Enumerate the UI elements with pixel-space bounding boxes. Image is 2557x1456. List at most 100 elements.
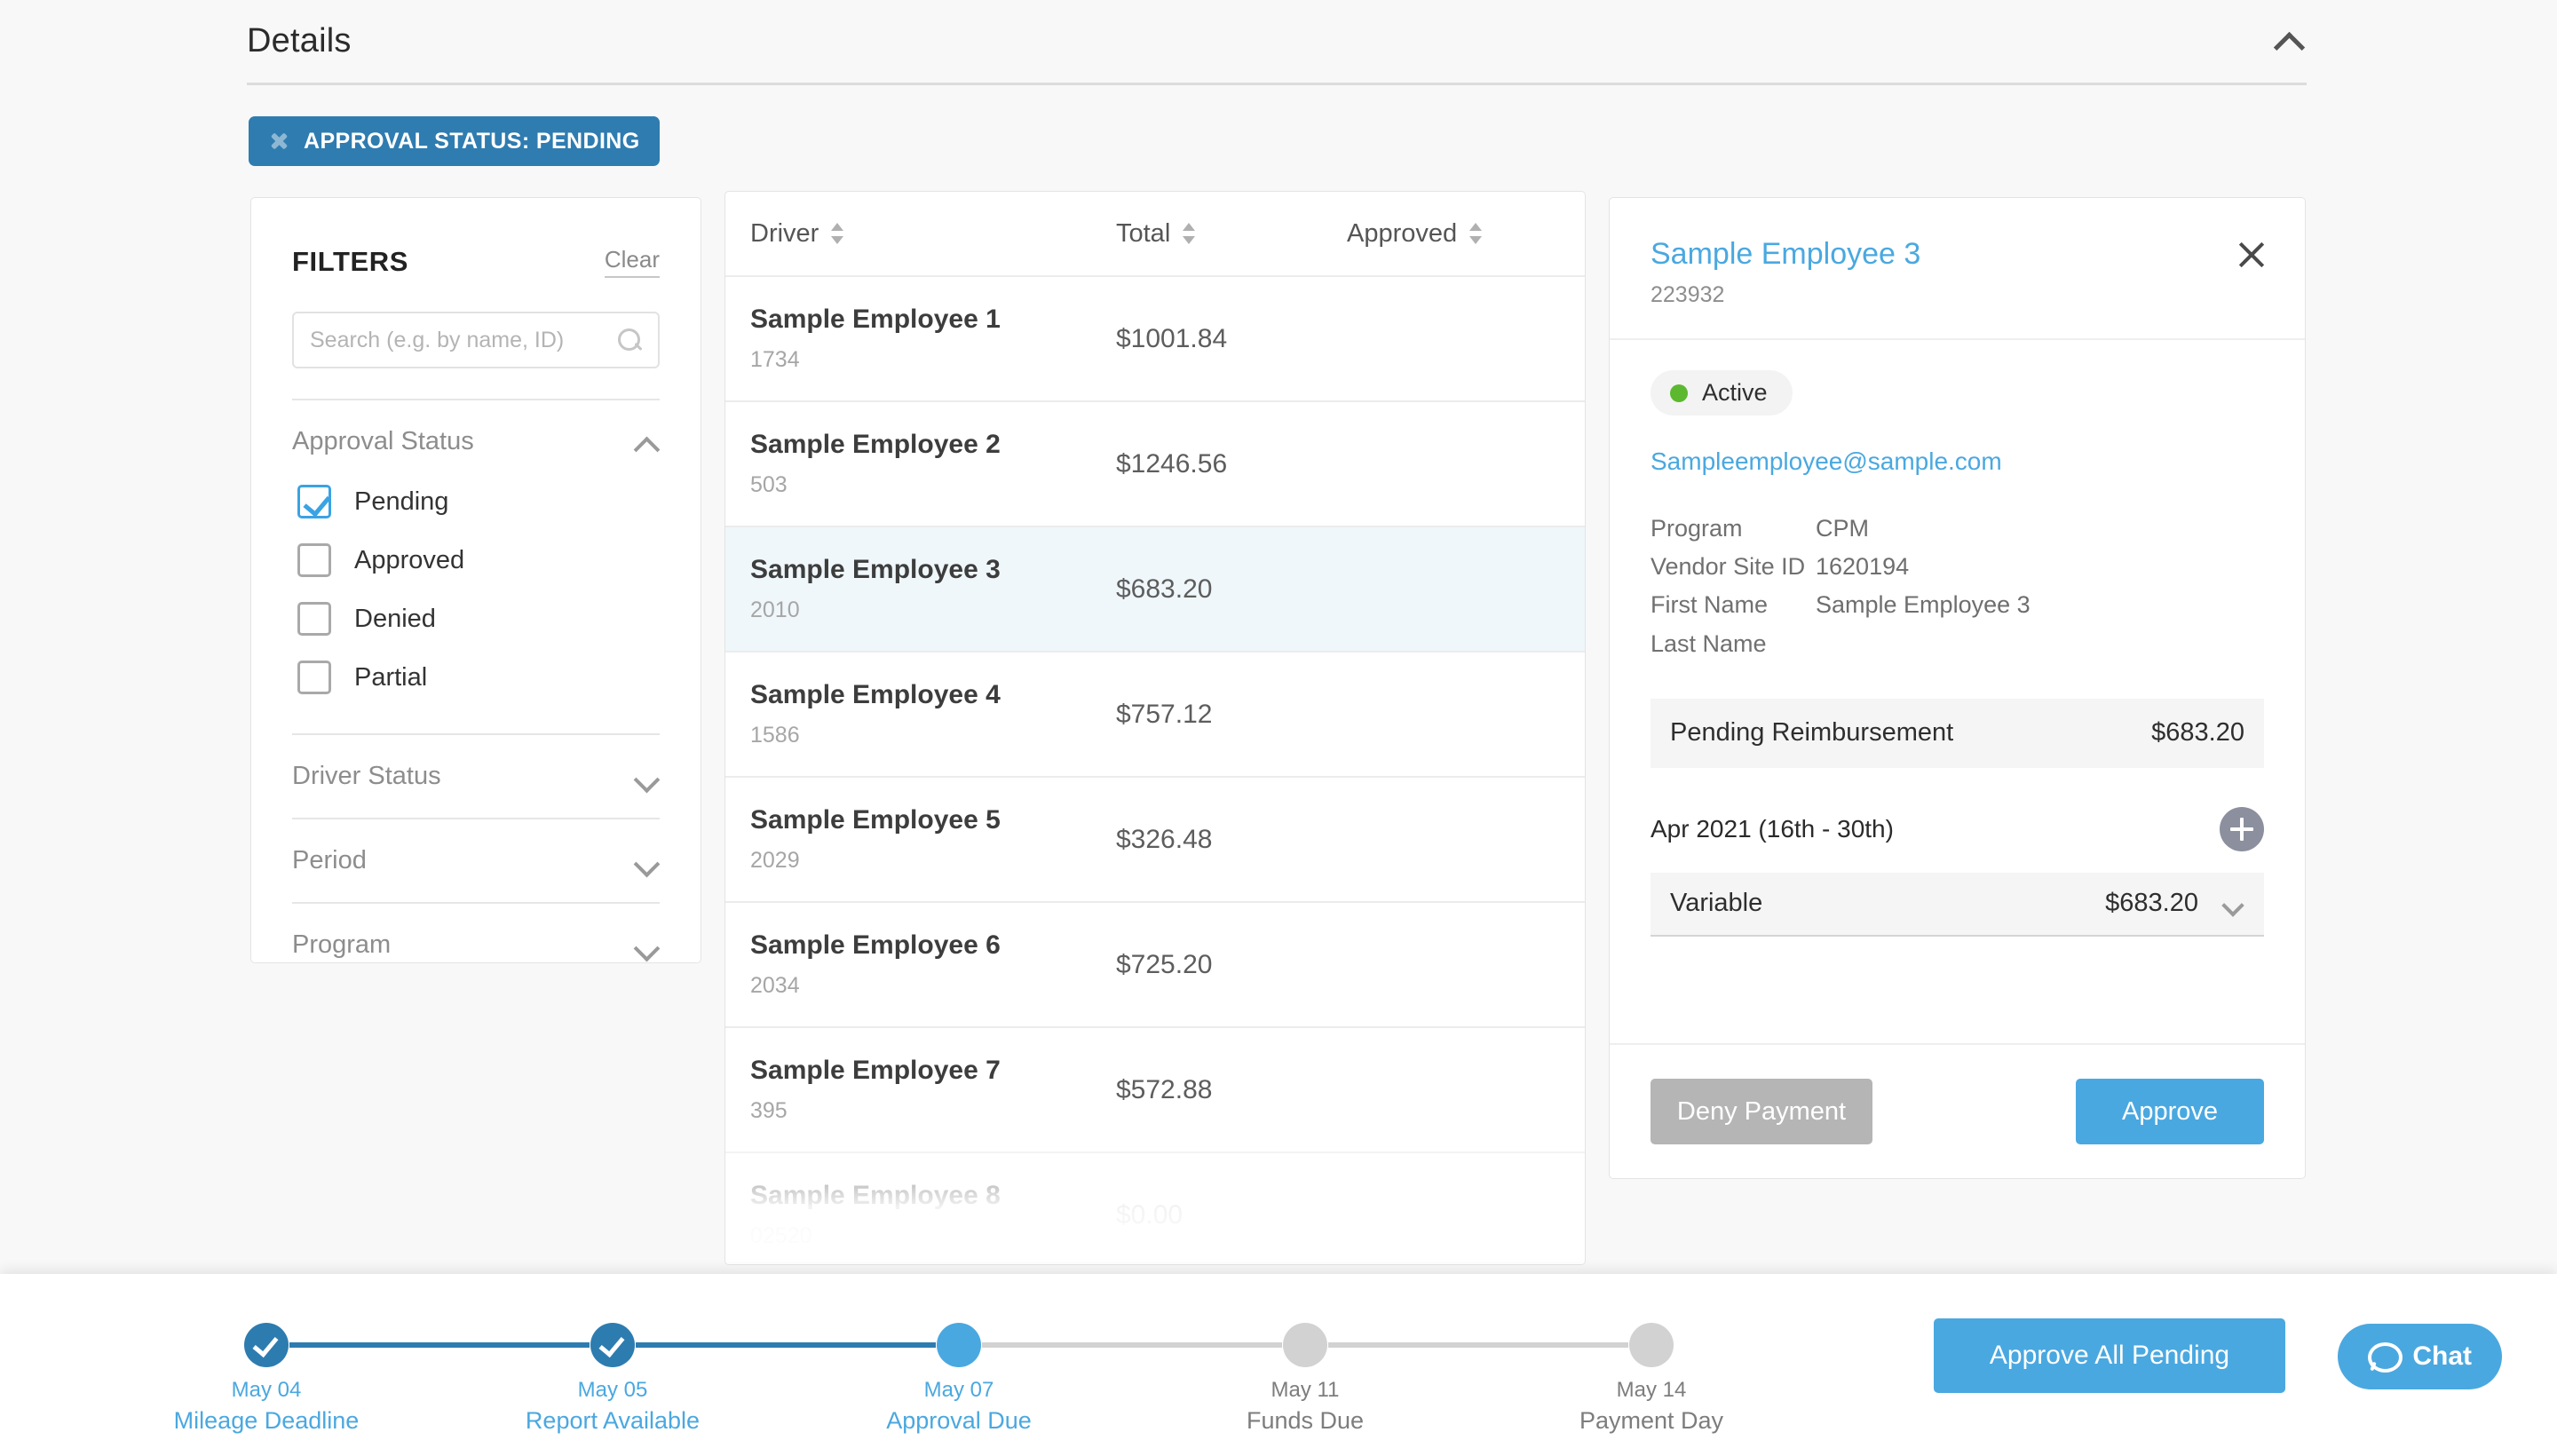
chevron-up-icon[interactable] bbox=[2271, 24, 2307, 59]
table-cell-total: $0.00 bbox=[1116, 1199, 1184, 1230]
chevron-down-icon[interactable] bbox=[633, 848, 660, 874]
chat-bubble-icon bbox=[2368, 1342, 2403, 1373]
detail-field-value: CPM bbox=[1816, 515, 1869, 542]
table-row[interactable]: Sample Employee 1 1734 $1001.84 bbox=[725, 277, 1585, 402]
timeline-node[interactable] bbox=[937, 1322, 981, 1367]
filter-section-driver-status[interactable]: Driver Status bbox=[251, 735, 701, 791]
plus-icon[interactable] bbox=[2220, 806, 2264, 851]
checkbox-partial[interactable] bbox=[297, 661, 331, 694]
filters-panel: FILTERS Clear Approval Status Pending Ap… bbox=[250, 197, 701, 963]
chevron-up-icon[interactable] bbox=[633, 429, 660, 455]
timeline-label: May 07 Approval Due bbox=[886, 1376, 1032, 1437]
sort-icon[interactable] bbox=[1181, 220, 1197, 247]
column-label: Approved bbox=[1347, 218, 1458, 248]
timeline-date: May 07 bbox=[923, 1377, 994, 1402]
table-cell-driver: Sample Employee 2 503 bbox=[725, 430, 1116, 498]
driver-name: Sample Employee 1 bbox=[750, 305, 1001, 334]
drivers-table-panel: Driver Total Approved Sample Employee 1 1… bbox=[724, 191, 1586, 1265]
filter-option-denied[interactable]: Denied bbox=[297, 590, 660, 648]
detail-field-row: First Name Last Name Sample Employee 3 bbox=[1651, 586, 2264, 662]
filter-option-pending[interactable]: Pending bbox=[297, 472, 660, 531]
status-dot-icon bbox=[1670, 384, 1688, 402]
timeline-node[interactable] bbox=[1283, 1322, 1327, 1367]
table-cell-driver: Sample Employee 1 1734 bbox=[725, 305, 1116, 373]
timeline-node[interactable] bbox=[244, 1322, 289, 1367]
table-cell-driver: Sample Employee 7 395 bbox=[725, 1056, 1116, 1124]
pending-reimbursement-amount: $683.20 bbox=[2151, 718, 2244, 748]
timeline-label: May 11 Funds Due bbox=[1247, 1376, 1364, 1437]
checkbox-approved[interactable] bbox=[297, 543, 331, 577]
filter-section-approval-status[interactable]: Approval Status bbox=[251, 400, 701, 456]
approve-button[interactable]: Approve bbox=[2076, 1079, 2264, 1144]
table-body: Sample Employee 1 1734 $1001.84 Sample Empl… bbox=[725, 277, 1585, 1264]
driver-name: Sample Employee 4 bbox=[750, 680, 1001, 709]
column-header-total[interactable]: Total bbox=[1116, 219, 1347, 249]
column-header-driver[interactable]: Driver bbox=[725, 219, 1116, 249]
checkbox-pending[interactable] bbox=[297, 485, 331, 518]
detail-fields: Program CPM Vendor Site ID 1620194 First… bbox=[1651, 510, 2264, 663]
timeline-milestone: Payment Day bbox=[1579, 1406, 1724, 1434]
filter-option-partial[interactable]: Partial bbox=[297, 648, 660, 707]
detail-driver-name[interactable]: Sample Employee 3 bbox=[1651, 237, 2264, 272]
driver-id: 02520 bbox=[750, 1223, 812, 1248]
chevron-down-icon[interactable] bbox=[633, 764, 660, 790]
active-filter-pill[interactable]: APPROVAL STATUS: PENDING bbox=[249, 116, 660, 166]
details-page: Details APPROVAL STATUS: PENDING FILTERS… bbox=[0, 0, 2557, 1456]
status-badge-label: Active bbox=[1702, 379, 1768, 406]
chevron-down-icon[interactable] bbox=[633, 932, 660, 959]
line-item-variable[interactable]: Variable $683.20 bbox=[1651, 872, 2264, 937]
filter-option-label: Pending bbox=[354, 487, 449, 516]
table-row[interactable]: Sample Employee 2 503 $1246.56 bbox=[725, 402, 1585, 527]
table-row[interactable]: Sample Employee 3 2010 $683.20 bbox=[725, 527, 1585, 653]
table-row[interactable]: Sample Employee 4 1586 $757.12 bbox=[725, 653, 1585, 778]
timeline-date: May 05 bbox=[577, 1377, 648, 1402]
search-field[interactable] bbox=[292, 312, 660, 368]
sort-icon[interactable] bbox=[829, 220, 845, 247]
timeline-connector bbox=[636, 1341, 936, 1348]
filter-section-period[interactable]: Period bbox=[251, 819, 701, 875]
table-row[interactable]: Sample Employee 6 2034 $725.20 bbox=[725, 903, 1585, 1028]
table-row[interactable]: Sample Employee 5 2029 $326.48 bbox=[725, 778, 1585, 903]
table-cell-driver: Sample Employee 3 2010 bbox=[725, 555, 1116, 623]
filter-option-label: Approved bbox=[354, 545, 465, 574]
chat-button[interactable]: Chat bbox=[2338, 1324, 2502, 1389]
timeline-milestone: Approval Due bbox=[886, 1406, 1032, 1434]
search-input[interactable] bbox=[310, 327, 617, 353]
checkbox-denied[interactable] bbox=[297, 602, 331, 636]
driver-name: Sample Employee 5 bbox=[750, 805, 1001, 835]
table-cell-total: $572.88 bbox=[1116, 1074, 1213, 1104]
timeline-label: May 04 Mileage Deadline bbox=[174, 1376, 360, 1437]
detail-field-key: Program bbox=[1651, 515, 1743, 542]
approve-all-pending-button[interactable]: Approve All Pending bbox=[1934, 1318, 2285, 1393]
detail-header: Sample Employee 3 223932 bbox=[1610, 198, 2305, 340]
timeline-date: May 14 bbox=[1616, 1377, 1687, 1402]
driver-id: 2029 bbox=[750, 848, 800, 873]
chevron-down-icon[interactable] bbox=[2221, 892, 2244, 915]
pending-reimbursement-label: Pending Reimbursement bbox=[1670, 718, 1954, 748]
sort-icon[interactable] bbox=[1468, 220, 1484, 247]
filter-option-approved[interactable]: Approved bbox=[297, 531, 660, 590]
timeline-label: May 14 Payment Day bbox=[1579, 1376, 1723, 1437]
table-row[interactable]: Sample Employee 8 02520 $0.00 bbox=[725, 1153, 1585, 1264]
timeline-label: May 05 Report Available bbox=[526, 1376, 700, 1437]
period-row: Apr 2021 (16th - 30th) bbox=[1651, 806, 2264, 851]
filter-section-label: Approval Status bbox=[292, 427, 474, 455]
payment-timeline: May 04 Mileage Deadline May 05 Report Avail… bbox=[174, 1303, 1723, 1434]
timeline-node[interactable] bbox=[590, 1322, 635, 1367]
detail-email-link[interactable]: Sampleemployee@sample.com bbox=[1651, 447, 2264, 476]
filter-section-program[interactable]: Program bbox=[251, 904, 701, 960]
close-icon[interactable] bbox=[2236, 239, 2268, 271]
deny-payment-button[interactable]: Deny Payment bbox=[1651, 1079, 1872, 1144]
close-x-icon[interactable] bbox=[268, 131, 289, 152]
search-icon[interactable] bbox=[617, 328, 642, 352]
table-cell-driver: Sample Employee 5 2029 bbox=[725, 805, 1116, 874]
driver-id: 395 bbox=[750, 1098, 788, 1123]
filter-section-label: Period bbox=[292, 846, 367, 874]
column-header-approved[interactable]: Approved bbox=[1347, 219, 1578, 249]
column-label: Total bbox=[1116, 218, 1171, 248]
clear-filters-button[interactable]: Clear bbox=[604, 246, 660, 278]
table-row[interactable]: Sample Employee 7 395 $572.88 bbox=[725, 1028, 1585, 1153]
chat-label: Chat bbox=[2412, 1341, 2472, 1371]
timeline-node[interactable] bbox=[1629, 1322, 1674, 1367]
filter-option-label: Partial bbox=[354, 662, 428, 692]
